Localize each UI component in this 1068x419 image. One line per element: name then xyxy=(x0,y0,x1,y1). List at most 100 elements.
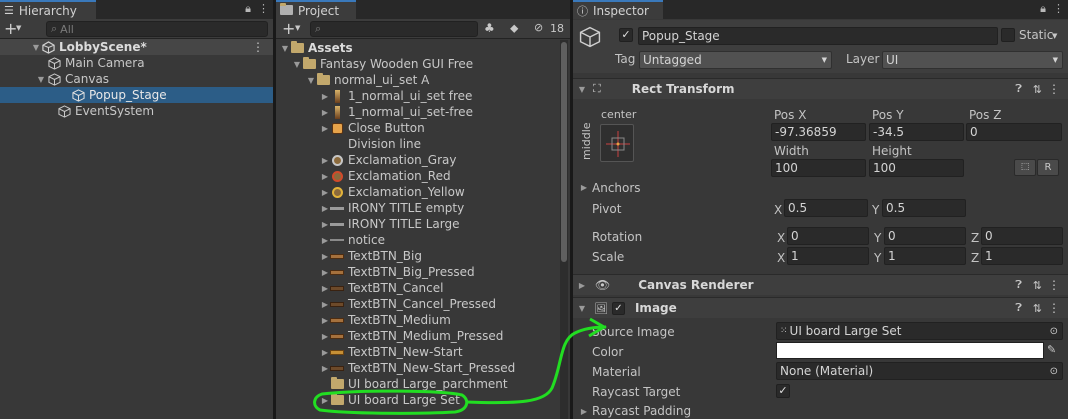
more-icon[interactable]: ⋮ xyxy=(1048,82,1060,96)
dropdown-arrow-icon[interactable]: ▼ xyxy=(16,24,21,32)
inspector-tab[interactable]: ⓘ Inspector xyxy=(573,0,663,19)
scale-z-field[interactable]: 1 xyxy=(981,247,1063,265)
hidden-packages-icon[interactable]: ⊘ xyxy=(534,21,543,34)
color-swatch-field[interactable] xyxy=(776,342,1044,359)
tree-row-main-camera[interactable]: Main Camera xyxy=(0,55,273,71)
pivot-x-field[interactable]: 0.5 xyxy=(784,199,868,217)
tree-row-eventsystem[interactable]: EventSystem xyxy=(0,103,273,119)
anchors-expand-arrow-icon[interactable]: ▶ xyxy=(579,183,589,192)
label-tag-icon[interactable]: ⬥ xyxy=(510,21,518,36)
expand-arrow-icon[interactable]: ▶ xyxy=(320,364,330,373)
expand-arrow-icon[interactable]: ▼ xyxy=(36,75,46,84)
project-tree-row[interactable]: ▶ Exclamation_Gray xyxy=(276,152,570,168)
expand-arrow-icon[interactable]: ▶ xyxy=(320,204,330,213)
scale-y-field[interactable]: 1 xyxy=(884,247,966,265)
static-checkbox[interactable] xyxy=(1001,28,1015,42)
project-tree-row[interactable]: ▶ Close Button xyxy=(276,120,570,136)
active-checkbox[interactable]: ✓ xyxy=(619,28,633,42)
image-component-header[interactable]: ▼ 🖼︎ ✓ Image ❓︎ ⇅ ⋮ xyxy=(573,297,1068,318)
hierarchy-tab[interactable]: ☰ Hierarchy xyxy=(0,0,96,19)
anchor-preset-button[interactable] xyxy=(600,124,634,162)
expand-arrow-icon[interactable]: ▶ xyxy=(320,300,330,309)
expand-arrow-icon[interactable]: ▶ xyxy=(320,108,330,117)
project-tree-row[interactable]: ▶ IRONY TITLE Large xyxy=(276,216,570,232)
project-tree-row[interactable]: ▶ Exclamation_Red xyxy=(276,168,570,184)
blueprint-mode-button[interactable]: ⬚ xyxy=(1014,159,1036,176)
object-picker-icon[interactable]: ⊙ xyxy=(1050,326,1058,337)
scrollbar-thumb[interactable] xyxy=(561,42,567,262)
lock-icon[interactable]: 🔒︎ xyxy=(1040,2,1046,16)
pos-x-field[interactable]: -97.36859 xyxy=(771,123,866,141)
project-tree-row[interactable]: ▶ TextBTN_Big_Pressed xyxy=(276,264,570,280)
preset-sliders-icon[interactable]: ⇅ xyxy=(1033,83,1042,96)
expand-arrow-icon[interactable]: ▶ xyxy=(320,332,330,341)
expand-arrow-icon[interactable]: ▶ xyxy=(320,268,330,277)
add-button[interactable]: + xyxy=(282,19,295,38)
expand-arrow-icon[interactable]: ▶ xyxy=(320,236,330,245)
collapse-arrow-icon[interactable]: ▼ xyxy=(577,304,587,313)
expand-arrow-icon[interactable]: ▶ xyxy=(320,396,330,405)
anchors-label[interactable]: Anchors xyxy=(592,181,641,195)
project-tree-row[interactable]: ▶ TextBTN_New-Start_Pressed xyxy=(276,360,570,376)
project-tree-row[interactable]: ▼ Assets xyxy=(276,40,570,56)
expand-arrow-icon[interactable]: ▶ xyxy=(320,348,330,357)
help-icon[interactable]: ❓︎ xyxy=(1015,278,1022,292)
more-icon[interactable]: ⋮ xyxy=(258,2,269,16)
expand-arrow-icon[interactable]: ▶ xyxy=(320,316,330,325)
rot-y-field[interactable]: 0 xyxy=(884,227,966,245)
hierarchy-search-input[interactable]: ⌕ All xyxy=(46,21,268,37)
project-tree-row[interactable]: ▶ 1_normal_ui_set free xyxy=(276,88,570,104)
pos-z-field[interactable]: 0 xyxy=(966,123,1062,141)
filter-by-type-icon[interactable]: ♣ xyxy=(484,21,495,35)
expand-arrow-icon[interactable]: ▶ xyxy=(320,188,330,197)
project-tree-row[interactable]: ▶ IRONY TITLE empty xyxy=(276,200,570,216)
expand-arrow-icon[interactable]: ▶ xyxy=(320,284,330,293)
help-icon[interactable]: ❓︎ xyxy=(1015,82,1022,96)
pos-y-field[interactable]: -34.5 xyxy=(869,123,964,141)
project-tree-row[interactable]: ▶ Exclamation_Yellow xyxy=(276,184,570,200)
project-tree-row[interactable]: Division line xyxy=(276,136,570,152)
lock-icon[interactable]: 🔒︎ xyxy=(245,2,251,16)
rot-z-field[interactable]: 0 xyxy=(981,227,1063,245)
project-tree-row[interactable]: ▶ TextBTN_Big xyxy=(276,248,570,264)
rot-x-field[interactable]: 0 xyxy=(787,227,869,245)
preset-sliders-icon[interactable]: ⇅ xyxy=(1033,302,1042,315)
scale-x-field[interactable]: 1 xyxy=(787,247,869,265)
image-enabled-checkbox[interactable]: ✓ xyxy=(611,301,625,315)
height-field[interactable]: 100 xyxy=(869,159,964,177)
layer-dropdown[interactable]: UI ▼ xyxy=(882,51,1063,69)
eyedropper-icon[interactable]: ✎ xyxy=(1047,343,1056,356)
project-tree-row[interactable]: ▶ TextBTN_New-Start xyxy=(276,344,570,360)
project-search-input[interactable]: ⌕ xyxy=(310,21,478,37)
more-icon[interactable]: ⋮ xyxy=(1048,301,1060,315)
more-icon[interactable]: ⋮ xyxy=(252,40,264,54)
project-tree-row[interactable]: ▶ TextBTN_Medium xyxy=(276,312,570,328)
expand-arrow-icon[interactable]: ▼ xyxy=(280,44,290,53)
collapse-arrow-icon[interactable]: ▶ xyxy=(577,281,587,290)
expand-arrow-icon[interactable]: ▶ xyxy=(320,220,330,229)
raycast-padding-expand-arrow-icon[interactable]: ▶ xyxy=(579,407,589,416)
width-field[interactable]: 100 xyxy=(771,159,866,177)
material-field[interactable]: None (Material) ⊙ xyxy=(776,362,1063,380)
project-tree-row[interactable]: ▶ TextBTN_Cancel xyxy=(276,280,570,296)
raycast-padding-label[interactable]: Raycast Padding xyxy=(592,404,691,418)
project-tree-row[interactable]: ▶ TextBTN_Medium_Pressed xyxy=(276,328,570,344)
preset-sliders-icon[interactable]: ⇅ xyxy=(1033,279,1042,292)
source-image-field[interactable]: ⁙ UI board Large Set ⊙ xyxy=(776,322,1063,340)
project-tree-row[interactable]: ▼ Fantasy Wooden GUI Free xyxy=(276,56,570,72)
project-scrollbar[interactable] xyxy=(560,40,568,419)
dropdown-arrow-icon[interactable]: ▼ xyxy=(1052,32,1057,40)
expand-arrow-icon[interactable]: ▶ xyxy=(320,172,330,181)
tree-row-scene[interactable]: ▼ LobbyScene* ⋮ xyxy=(0,39,273,55)
object-picker-icon[interactable]: ⊙ xyxy=(1050,366,1058,377)
expand-arrow-icon[interactable]: ▶ xyxy=(320,92,330,101)
raw-edit-button[interactable]: R xyxy=(1037,159,1059,176)
dropdown-arrow-icon[interactable]: ▼ xyxy=(295,24,300,32)
collapse-arrow-icon[interactable]: ▼ xyxy=(577,85,587,94)
tree-row-canvas[interactable]: ▼ Canvas xyxy=(0,71,273,87)
expand-arrow-icon[interactable]: ▶ xyxy=(320,252,330,261)
pivot-y-field[interactable]: 0.5 xyxy=(882,199,966,217)
project-tree-row[interactable]: UI board Large_parchment xyxy=(276,376,570,392)
more-icon[interactable]: ⋮ xyxy=(1048,278,1060,292)
project-tree-row[interactable]: ▶ TextBTN_Cancel_Pressed xyxy=(276,296,570,312)
